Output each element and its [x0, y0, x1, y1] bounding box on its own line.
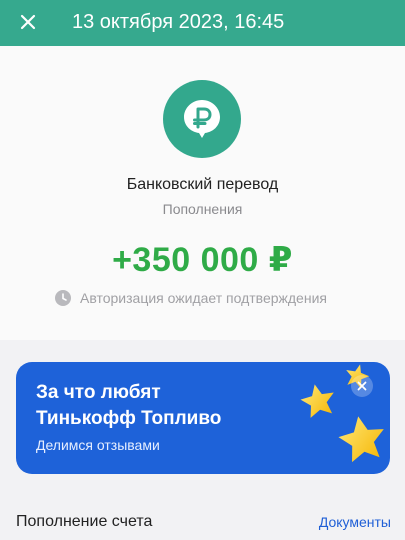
close-icon	[20, 14, 36, 30]
date-title: 13 октября 2023, 16:45	[72, 11, 285, 33]
top-bar: 13 октября 2023, 16:45	[0, 0, 405, 46]
banner-title: За что любят Тинькофф Топливо	[36, 380, 296, 432]
transaction-name: Банковский перевод	[126, 176, 279, 193]
close-icon	[357, 381, 367, 391]
stars-icon	[300, 364, 384, 463]
clock-icon	[55, 290, 71, 306]
documents-link[interactable]: Документы	[319, 514, 391, 530]
status-text: Авторизация ожидает подтверждения	[80, 290, 327, 306]
banner-close-button[interactable]	[351, 375, 373, 397]
transaction-status: Авторизация ожидает подтверждения	[55, 289, 327, 307]
banner-subtitle: Делимся отзывами	[36, 437, 160, 453]
section-title: Пополнение счета	[16, 513, 153, 530]
transaction-amount: +350 000 ₽	[112, 241, 293, 279]
transaction-logo	[163, 80, 241, 158]
ruble-icon	[184, 100, 220, 138]
transaction-category[interactable]: Пополнения	[0, 201, 405, 217]
banner-title-line2: Тинькофф Топливо	[36, 408, 222, 429]
banner-title-line1: За что любят	[36, 382, 161, 403]
close-button[interactable]	[14, 8, 42, 36]
